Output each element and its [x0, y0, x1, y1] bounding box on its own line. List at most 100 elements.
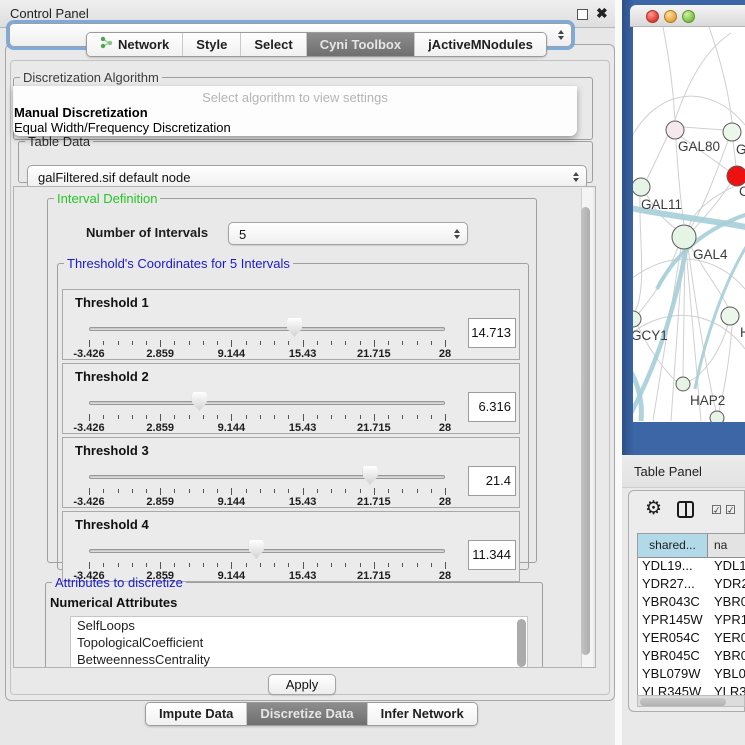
checkbox-icon[interactable]: ☑	[725, 503, 736, 517]
slider-track[interactable]	[89, 475, 445, 479]
cell-shared-name[interactable]: YBR043C	[638, 594, 708, 612]
slider-thumb[interactable]	[249, 540, 264, 559]
slider-tick	[360, 415, 361, 419]
float-window-icon[interactable]	[577, 9, 588, 20]
network-graph[interactable]: GAL80GACGAL11GAL4GCY1HHAP2	[633, 27, 745, 422]
threshold-value-field[interactable]: 6.316	[468, 392, 516, 422]
threshold-value-field[interactable]: 21.4	[468, 466, 516, 496]
slider-thumb[interactable]	[363, 466, 378, 485]
tab-discretize-data[interactable]: Discretize Data	[246, 703, 366, 725]
horizontal-scrollbar[interactable]	[637, 695, 745, 707]
network-canvas[interactable]: GAL80GACGAL11GAL4GCY1HHAP2	[633, 27, 745, 422]
network-node[interactable]	[666, 121, 684, 139]
threshold-slider[interactable]: -3.4262.8599.14415.4321.71528	[63, 512, 519, 581]
tab-network[interactable]: Network	[87, 33, 182, 56]
checkbox-icon[interactable]: ☑	[711, 503, 722, 517]
cell-shared-name[interactable]: YPR145W	[638, 612, 708, 630]
threshold-value-field[interactable]: 14.713	[468, 318, 516, 348]
slider-tick	[118, 563, 119, 567]
threshold-slider[interactable]: -3.4262.8599.14415.4321.71528	[63, 438, 519, 507]
threshold-slider[interactable]: -3.4262.8599.14415.4321.71528	[63, 290, 519, 359]
network-edge[interactable]	[675, 33, 731, 120]
list-scrollbar[interactable]	[517, 619, 526, 667]
scrollbar-thumb[interactable]	[581, 207, 590, 655]
number-of-intervals-combobox[interactable]: 5	[228, 222, 468, 245]
cell-name[interactable]: YBR0	[708, 648, 745, 666]
network-node[interactable]	[710, 411, 724, 422]
network-node[interactable]	[727, 166, 745, 186]
slider-tick	[274, 415, 275, 419]
tab-style[interactable]: Style	[182, 33, 240, 56]
slider-tick-label: 9.144	[218, 496, 246, 508]
apply-button[interactable]: Apply	[268, 674, 336, 695]
cell-name[interactable]: YBL0	[708, 666, 745, 684]
threshold-slider[interactable]: -3.4262.8599.14415.4321.71528	[63, 364, 519, 433]
vertical-scrollbar[interactable]	[581, 188, 593, 667]
scrollbar-thumb[interactable]	[640, 698, 726, 706]
table-row[interactable]: YBL079WYBL0	[638, 666, 745, 684]
numerical-attributes-list[interactable]: SelfLoops TopologicalCoefficient Between…	[70, 616, 528, 668]
tab-select[interactable]: Select	[240, 33, 305, 56]
network-window-titlebar[interactable]	[630, 5, 745, 27]
gear-icon[interactable]: ⚙	[645, 497, 662, 520]
network-view-window: GAL80GACGAL11GAL4GCY1HHAP2	[622, 0, 745, 455]
slider-tick	[288, 563, 289, 567]
cell-shared-name[interactable]: YBR045C	[638, 648, 708, 666]
algorithm-option-manual[interactable]: Manual Discretization	[14, 105, 148, 120]
slider-track[interactable]	[89, 327, 445, 331]
network-edge[interactable]	[663, 27, 675, 120]
table-row[interactable]: YER054CYER0	[638, 630, 745, 648]
network-node[interactable]	[721, 307, 739, 325]
cell-shared-name[interactable]: YDL19...	[638, 558, 708, 576]
cell-shared-name[interactable]: YER054C	[638, 630, 708, 648]
panel-divider[interactable]	[615, 0, 622, 745]
cell-shared-name[interactable]: YDR27...	[638, 576, 708, 594]
list-item[interactable]: BetweennessCentrality	[71, 651, 527, 668]
zoom-traffic-light[interactable]	[682, 10, 695, 23]
tab-impute-data[interactable]: Impute Data	[146, 703, 246, 725]
slider-tick-label: -3.426	[73, 348, 104, 360]
column-header-name[interactable]: na	[708, 534, 745, 557]
cell-name[interactable]: YBR0	[708, 594, 745, 612]
network-node[interactable]	[633, 311, 641, 327]
close-traffic-light[interactable]	[646, 10, 659, 23]
cell-name[interactable]: YDR2	[708, 576, 745, 594]
columns-icon[interactable]	[677, 501, 694, 518]
network-edge[interactable]	[683, 127, 724, 130]
list-item[interactable]: SelfLoops	[71, 617, 527, 634]
slider-track[interactable]	[89, 549, 445, 553]
network-node[interactable]	[633, 178, 650, 196]
cell-shared-name[interactable]: YBL079W	[638, 666, 708, 684]
cell-name[interactable]: YPR1	[708, 612, 745, 630]
table-row[interactable]: YBR045CYBR0	[638, 648, 745, 666]
cell-name[interactable]: YDL1	[708, 558, 745, 576]
node-table[interactable]: shared... na YDL19...YDL1YDR27...YDR2YBR…	[637, 533, 745, 697]
table-row[interactable]: YPR145WYPR1	[638, 612, 745, 630]
minimize-traffic-light[interactable]	[664, 10, 677, 23]
list-item[interactable]: TopologicalCoefficient	[71, 634, 527, 651]
table-row[interactable]: YBR043CYBR0	[638, 594, 745, 612]
slider-tick	[274, 341, 275, 345]
network-node-label: HAP2	[690, 393, 725, 408]
slider-track[interactable]	[89, 401, 445, 405]
slider-thumb[interactable]	[192, 392, 207, 411]
network-node[interactable]	[676, 377, 690, 391]
tab-cyni-toolbox[interactable]: Cyni Toolbox	[306, 33, 414, 56]
network-edge-highlighted[interactable]	[633, 363, 641, 421]
table-row[interactable]: YDR27...YDR2	[638, 576, 745, 594]
network-node[interactable]	[723, 123, 741, 141]
network-edge[interactable]	[635, 196, 642, 312]
algorithm-option-equal-width[interactable]: Equal Width/Frequency Discretization	[14, 120, 231, 135]
column-header-shared-name[interactable]: shared...	[638, 534, 708, 557]
threshold-value-field[interactable]: 11.344	[468, 540, 516, 570]
slider-thumb[interactable]	[287, 318, 302, 337]
table-row[interactable]: YDL19...YDL1	[638, 558, 745, 576]
tab-infer-network[interactable]: Infer Network	[367, 703, 477, 725]
network-edge[interactable]	[647, 135, 668, 179]
slider-tick	[174, 415, 175, 419]
network-node[interactable]	[672, 225, 696, 249]
close-icon[interactable]: ✖	[596, 5, 608, 22]
tab-jactivemnodules[interactable]: jActiveMNodules	[414, 33, 546, 56]
network-edge[interactable]	[688, 248, 716, 411]
cell-name[interactable]: YER0	[708, 630, 745, 648]
